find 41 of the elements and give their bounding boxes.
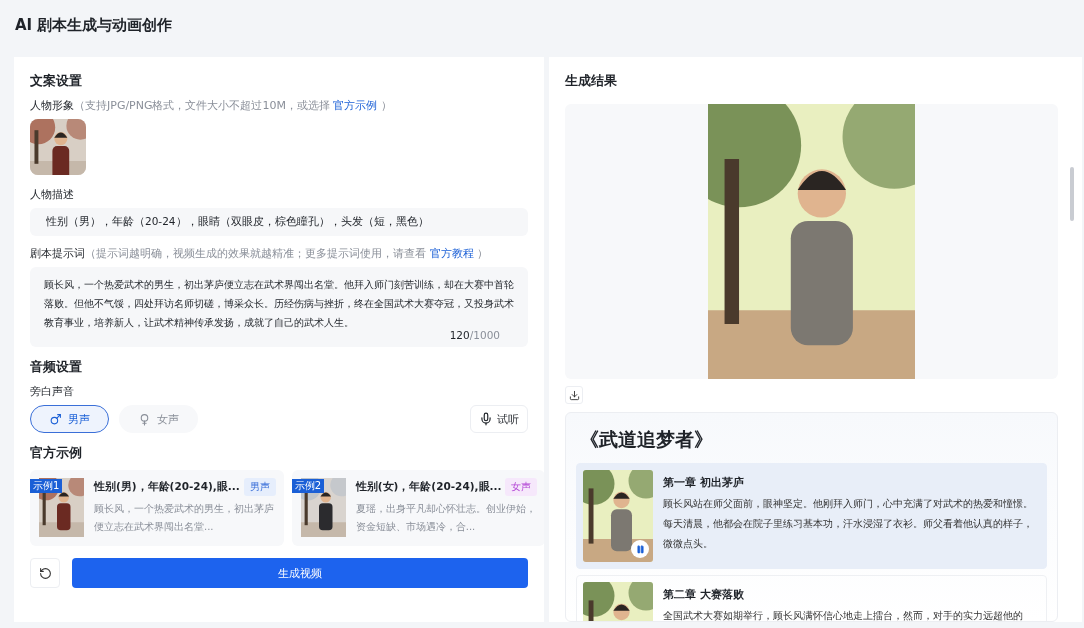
download-icon [568,389,580,401]
official-tutorial-link[interactable]: 官方教程 [429,247,474,260]
section-heading: 文案设置 [30,73,83,90]
reset-icon [38,566,52,580]
scrollbar[interactable] [1070,167,1074,221]
voice-tag: 男声 [243,478,276,496]
section-heading: 官方示例 [30,445,83,462]
story-title: 《武道追梦者》 [580,427,714,452]
example-badge: 示例1 [30,479,63,493]
female-icon [138,412,151,426]
official-examples-link[interactable]: 官方示例 [333,99,378,112]
chapter-item[interactable]: 第二章 大赛落败 全国武术大赛如期举行，顾长风满怀信心地走上擂台，然而，对手的实力远超他的 [576,575,1047,621]
download-button[interactable] [565,386,583,404]
description-field[interactable]: 性别（男），年龄（20-24），眼睛（双眼皮，棕色瞳孔），头发（短，黑色） [30,208,528,236]
section-heading: 音频设置 [30,359,83,376]
example-summary: 夏瑶，出身平凡却心怀壮志。创业伊始，资金短缺、市场遇冷，合... [355,502,537,534]
preview-button[interactable]: 试听 [470,405,528,433]
page-title: AI 剧本生成与动画创作 [15,15,173,35]
chapter-text: 全国武术大赛如期举行，顾长风满怀信心地走上擂台，然而，对手的实力远超他的 [663,609,1024,621]
example-badge: 示例2 [291,479,325,493]
example-summary: 顾长风，一个热爱武术的男生，初出茅庐便立志在武术界闯出名堂... [94,502,275,534]
chapter-item[interactable]: 第一章 初出茅庐 顾长风站在师父面前，眼神坚定。他刚拜入师门，心中充满了对武术的热爱和憧憬。每天清晨，他都会在院子里练习基本功，汗水浸湿了衣衫。师父看着他认真的样子，微微点头。 [576,463,1047,569]
field-label: 剧本提示词（提示词越明确，视频生成的效果就越精准；更多提示词使用，请查看 官方教程 ） [30,246,489,261]
voice-tag: 女声 [505,478,538,496]
section-heading: 生成结果 [565,73,618,90]
example-title: 性别(男)，年龄(20-24),眼... [94,480,240,494]
example-title: 性别(女)，年龄(20-24),眼... [355,480,502,494]
example-card[interactable]: 示例2 性别(女)，年龄(20-24),眼... 女声 夏瑶，出身平凡却心怀壮志。创业伊始，资金短缺、市场遇冷，合... [291,470,544,546]
example-card[interactable]: 示例1 性别(男)，年龄(20-24),眼... 男声 顾长风，一个热爱武术的男生，初出茅庐便立志在武术界闯出名堂... [30,470,284,546]
chapter-title: 第二章 大赛落败 [663,588,745,602]
voice-option[interactable]: 男声 [30,405,109,433]
field-label: 旁白声音 [30,384,75,399]
generate-video-button[interactable]: 生成视频 [72,558,528,588]
field-label: 人物形象（支持JPG/PNG格式，文件大小不超过10M，或选择 官方示例 ） [30,98,393,113]
field-label: 人物描述 [30,187,75,202]
microphone-icon [479,412,493,426]
reset-button[interactable] [30,558,60,588]
chapter-title: 第一章 初出茅庐 [663,476,745,490]
male-icon [49,412,62,426]
character-counter: 120/1000 [449,329,500,341]
chapter-text: 顾长风站在师父面前，眼神坚定。他刚拜入师门，心中充满了对武术的热爱和憧憬。每天清晨，他都会在院子里练习基本功，汗水浸湿了衣衫。师父看着他认真的样子，微微点头。 [663,497,1034,551]
